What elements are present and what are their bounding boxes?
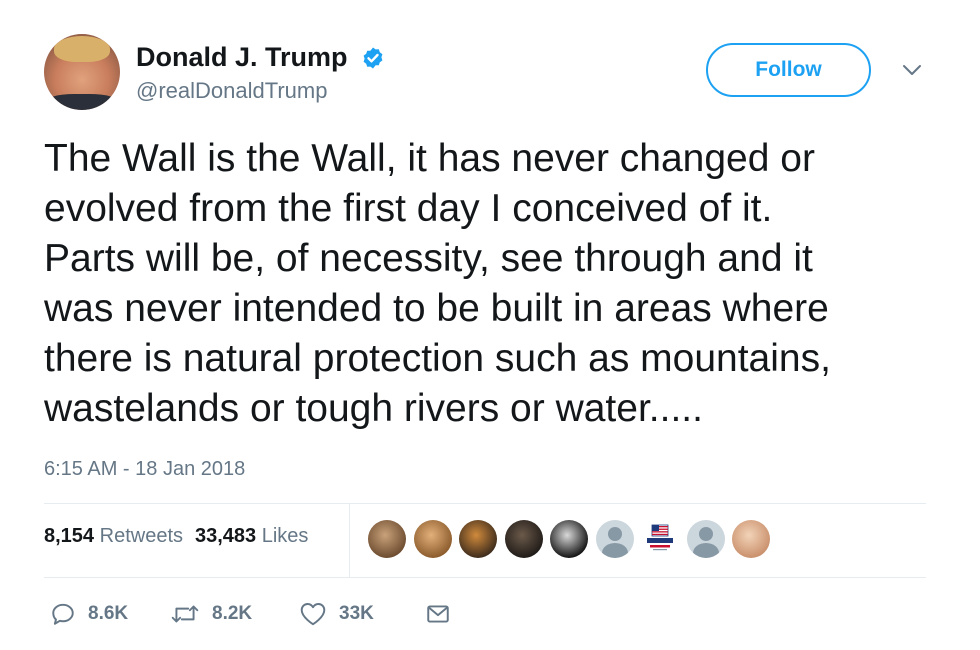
reply-icon bbox=[52, 603, 74, 625]
liker-avatar-logo[interactable] bbox=[641, 520, 679, 558]
reply-button[interactable]: 8.6K bbox=[50, 596, 128, 632]
campaign-logo-icon bbox=[647, 524, 673, 551]
verified-badge-icon bbox=[363, 47, 383, 69]
heart-icon bbox=[300, 603, 326, 626]
liker-avatar[interactable] bbox=[413, 520, 452, 558]
retweet-button[interactable]: 8.2K bbox=[170, 596, 252, 632]
liker-avatar-default[interactable] bbox=[686, 520, 725, 558]
follow-button[interactable]: Follow bbox=[706, 43, 871, 97]
likes-stat[interactable]: 33,483 Likes bbox=[195, 525, 308, 547]
tweet-stats: 8,154 Retweets 33,483 Likes bbox=[44, 525, 308, 548]
likes-label: Likes bbox=[261, 525, 309, 547]
retweet-icon bbox=[171, 605, 199, 623]
divider bbox=[44, 577, 926, 578]
divider bbox=[44, 503, 926, 504]
envelope-icon bbox=[427, 605, 449, 623]
tweet-text: The Wall is the Wall, it has never chang… bbox=[44, 137, 831, 430]
display-name[interactable]: Donald J. Trump bbox=[136, 42, 348, 73]
liker-avatar[interactable] bbox=[504, 520, 543, 558]
liker-avatar[interactable] bbox=[368, 520, 406, 558]
likes-count: 33,483 bbox=[195, 525, 257, 547]
reply-count: 8.6K bbox=[88, 603, 129, 624]
chevron-down-icon[interactable] bbox=[900, 60, 924, 80]
avatar[interactable] bbox=[44, 34, 120, 110]
like-button[interactable]: 33K bbox=[299, 596, 374, 632]
retweets-count: 8,154 bbox=[44, 525, 95, 547]
retweets-stat[interactable]: 8,154 Retweets bbox=[44, 525, 183, 547]
direct-message-button[interactable] bbox=[425, 596, 451, 632]
liker-avatar[interactable] bbox=[550, 520, 588, 558]
like-count: 33K bbox=[339, 603, 374, 624]
tweet-timestamp[interactable]: 6:15 AM - 18 Jan 2018 bbox=[44, 458, 245, 481]
user-handle[interactable]: @realDonaldTrump bbox=[136, 78, 327, 104]
retweet-count: 8.2K bbox=[212, 603, 253, 624]
liker-avatar[interactable] bbox=[732, 520, 770, 558]
retweets-label: Retweets bbox=[99, 525, 183, 547]
avatar-hair bbox=[54, 36, 110, 62]
stats-divider bbox=[349, 504, 350, 577]
liker-avatar-default[interactable] bbox=[595, 520, 634, 558]
tweet-card: Donald J. Trump @realDonaldTrump Follow … bbox=[0, 0, 980, 650]
liker-avatar[interactable] bbox=[459, 520, 497, 558]
avatar-suit bbox=[44, 94, 120, 110]
